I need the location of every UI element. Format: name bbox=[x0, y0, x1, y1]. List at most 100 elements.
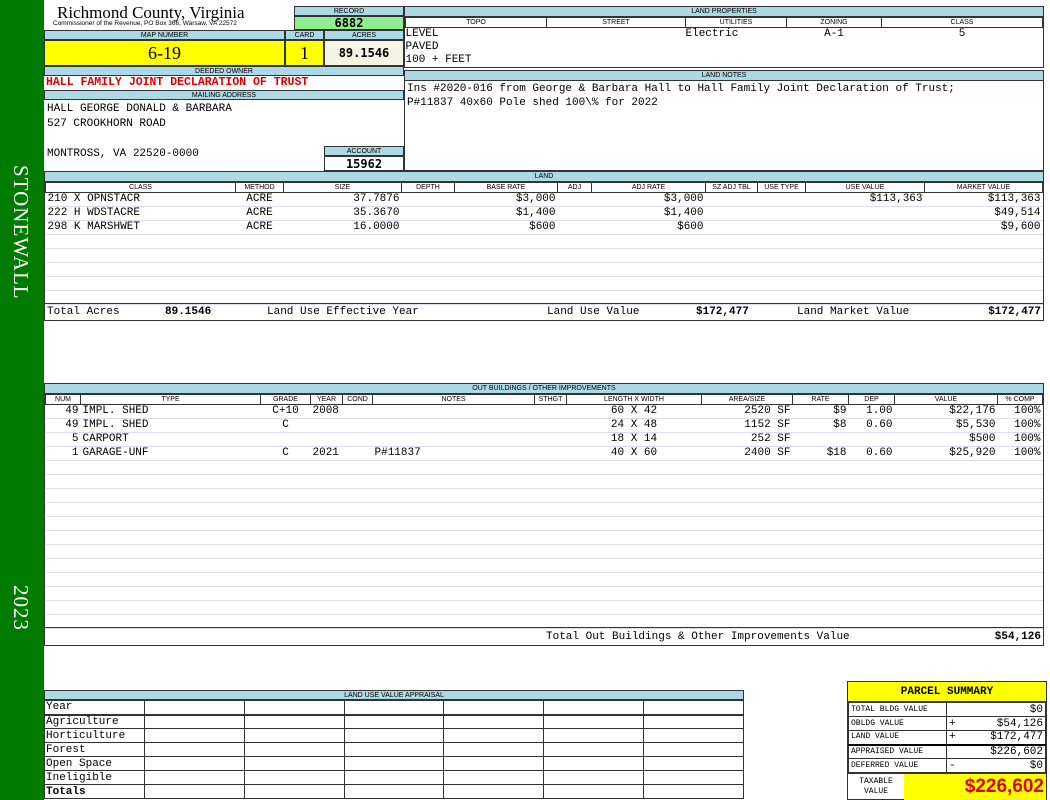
outbuilding-cell-rate bbox=[792, 460, 849, 475]
outbuildings-section: OUT BUILDINGS / OTHER IMPROVEMENTS NUM TY… bbox=[44, 383, 1044, 646]
outbuilding-cell-grade bbox=[260, 474, 311, 489]
land-use-cell bbox=[343, 784, 445, 799]
land-cell-sz-adj-tbl bbox=[705, 192, 758, 207]
outbuilding-cell-type bbox=[80, 572, 261, 587]
outbuilding-col-header: COND bbox=[342, 394, 373, 405]
parcel-summary: PARCEL SUMMARY TOTAL BLDG VALUE $0 OBLDG V… bbox=[847, 681, 1047, 800]
land-use-label: LAND USE VALUE APPRAISAL bbox=[44, 690, 744, 700]
land-cell-adj-rate bbox=[591, 276, 706, 291]
land-cell-use-type bbox=[757, 234, 806, 249]
land-cell-base-rate bbox=[454, 262, 558, 277]
outbuilding-cell-notes bbox=[372, 488, 535, 503]
land-cell-method: ACRE bbox=[235, 206, 284, 221]
land-cell-use-type bbox=[757, 220, 806, 235]
outbuilding-cell-num bbox=[45, 474, 81, 489]
outbuilding-cell-length-x-width bbox=[566, 516, 702, 531]
outbuilding-cell-type: IMPL. SHED bbox=[80, 404, 261, 419]
outbuilding-cell-sthgt bbox=[534, 488, 567, 503]
outbuilding-cell-area-size bbox=[701, 530, 793, 545]
land-cell-method: ACRE bbox=[235, 192, 284, 207]
topo-value: LEVEL bbox=[405, 28, 439, 40]
account-label: ACCOUNT bbox=[324, 146, 404, 156]
record-box: RECORD 6882 bbox=[294, 6, 404, 30]
summary-sign: + bbox=[949, 731, 956, 744]
outbuilding-cell-sthgt bbox=[534, 516, 567, 531]
outbuilding-row bbox=[45, 474, 1043, 489]
land-use-row: Open Space bbox=[44, 756, 744, 771]
outbuilding-cell-value bbox=[894, 544, 998, 559]
outbuilding-cell-cond bbox=[342, 460, 373, 475]
outbuilding-cell-sthgt bbox=[534, 572, 567, 587]
map-number: 6-19 bbox=[44, 40, 285, 66]
taxable-value-label: TAXABLE VALUE bbox=[859, 777, 893, 796]
col-street: STREET bbox=[546, 17, 686, 28]
outbuilding-cell-sthgt bbox=[534, 544, 567, 559]
outbuilding-cell-year bbox=[310, 558, 343, 573]
land-col-header: DEPTH bbox=[401, 182, 455, 193]
outbuilding-cell-year bbox=[310, 460, 343, 475]
outbuilding-cell-cond bbox=[342, 404, 373, 419]
land-use-cell bbox=[543, 756, 645, 771]
outbuilding-cell-num bbox=[45, 530, 81, 545]
outbuilding-cell-rate: $8 bbox=[792, 418, 849, 433]
outbuilding-cell-value: $500 bbox=[894, 432, 998, 447]
card-label: CARD bbox=[285, 30, 324, 40]
outbuilding-row bbox=[45, 586, 1043, 601]
land-use-row-label: Ineligible bbox=[44, 770, 145, 785]
outbuilding-cell-year bbox=[310, 586, 343, 601]
outbuilding-cell-length-x-width bbox=[566, 544, 702, 559]
land-cell-sz-adj-tbl bbox=[705, 234, 758, 249]
outbuilding-cell-year bbox=[310, 516, 343, 531]
col-utilities: UTILITIES bbox=[685, 17, 787, 28]
outbuilding-cell-area-size bbox=[701, 474, 793, 489]
land-cell-class bbox=[45, 262, 236, 277]
outbuilding-cell-length-x-width: 24 X 48 bbox=[566, 418, 702, 433]
land-use-cell bbox=[543, 728, 645, 743]
summary-label: DEFERRED VALUE bbox=[848, 758, 947, 773]
outbuilding-row bbox=[45, 488, 1043, 503]
outbuilding-cell--comp bbox=[997, 460, 1043, 475]
land-row bbox=[45, 276, 1043, 291]
outbuilding-cell-rate bbox=[792, 432, 849, 447]
land-cell-adj bbox=[557, 248, 592, 263]
land-use-cell bbox=[443, 756, 545, 771]
outbuilding-cell-cond bbox=[342, 530, 373, 545]
land-cell-market-value bbox=[924, 276, 1043, 291]
outbuilding-cell-notes bbox=[372, 530, 535, 545]
parcel-summary-title: PARCEL SUMMARY bbox=[848, 682, 1046, 702]
mailing-address-label: MAILING ADDRESS bbox=[44, 90, 404, 100]
outbuilding-cell-dep bbox=[848, 488, 895, 503]
outbuilding-cell-notes bbox=[372, 544, 535, 559]
outbuilding-cell-value: $25,920 bbox=[894, 446, 998, 461]
land-use-row: Horticulture bbox=[44, 728, 744, 743]
land-use-cell bbox=[243, 700, 345, 715]
outbuilding-cell-cond bbox=[342, 474, 373, 489]
outbuilding-cell--comp bbox=[997, 558, 1043, 573]
land-cell-size: 37.7876 bbox=[283, 192, 402, 207]
outbuilding-cell-rate bbox=[792, 544, 849, 559]
use-value-label: Land Use Value bbox=[547, 306, 640, 318]
land-cell-use-type bbox=[757, 206, 806, 221]
deeded-owner-name: HALL FAMILY JOINT DECLARATION OF TRUST bbox=[46, 76, 309, 89]
outbuilding-cell--comp bbox=[997, 586, 1043, 601]
land-cell-sz-adj-tbl bbox=[705, 206, 758, 221]
land-use-cell bbox=[343, 728, 445, 743]
summary-sign: + bbox=[949, 717, 956, 730]
outbuilding-row bbox=[45, 544, 1043, 559]
outbuilding-cell-area-size: 2520 SF bbox=[701, 404, 793, 419]
land-totals-row: Total Acres 89.1546 Land Use Effective Y… bbox=[45, 303, 1043, 321]
outbuilding-row: 5 CARPORT 18 X 14 252 SF $500 100% bbox=[45, 432, 1043, 447]
land-use-cell bbox=[144, 756, 245, 771]
land-cell-sz-adj-tbl bbox=[705, 262, 758, 277]
outbuilding-cell-notes bbox=[372, 460, 535, 475]
address-line: HALL GEORGE DONALD & BARBARA bbox=[47, 103, 232, 115]
outbuilding-cell--comp bbox=[997, 600, 1043, 615]
outbuilding-cell-sthgt bbox=[534, 530, 567, 545]
land-cell-use-value bbox=[805, 276, 925, 291]
card-number: 1 bbox=[285, 40, 324, 66]
outbuilding-cell-grade bbox=[260, 572, 311, 587]
outbuildings-total-row: Total Out Buildings & Other Improvements… bbox=[45, 627, 1043, 646]
land-cell-size bbox=[283, 276, 402, 291]
outbuilding-cell-cond bbox=[342, 502, 373, 517]
land-cell-base-rate bbox=[454, 248, 558, 263]
